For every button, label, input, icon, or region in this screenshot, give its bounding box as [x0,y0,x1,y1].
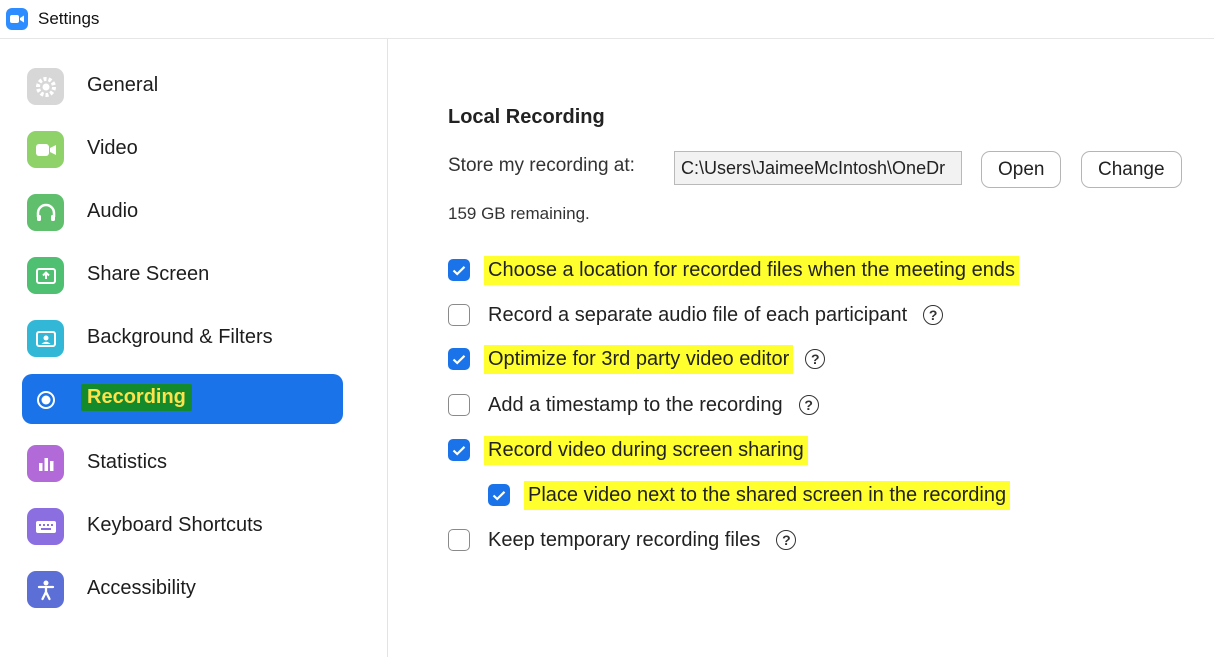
accessibility-icon [27,571,64,608]
window-title: Settings [38,9,100,28]
option-timestamp[interactable]: Add a timestamp to the recording ? [448,390,819,420]
help-icon[interactable]: ? [805,349,826,369]
zoom-app-icon [6,8,28,30]
bar-chart-icon [27,445,64,482]
keyboard-icon [27,508,64,545]
option-label: Record video during screen sharing [484,435,808,465]
option-label: Add a timestamp to the recording [488,393,783,416]
sidebar-item-share-screen[interactable]: Share Screen [22,250,343,300]
option-separate-audio[interactable]: Record a separate audio file of each par… [448,300,944,330]
share-screen-icon [27,257,64,294]
gear-icon [27,68,64,105]
sidebar-item-label: Keyboard Shortcuts [87,514,263,536]
option-optimize-editor[interactable]: Optimize for 3rd party video editor ? [448,344,826,374]
sidebar-item-recording[interactable]: Recording [22,374,343,424]
option-choose-location[interactable]: Choose a location for recorded files whe… [448,255,1019,285]
person-portrait-icon [27,320,64,357]
sidebar-item-label: Recording [81,384,192,411]
sidebar-item-background-filters[interactable]: Background & Filters [22,313,343,363]
sidebar-item-label: Accessibility [87,577,196,599]
settings-sidebar: General Video Audio Share Screen Backgro… [0,39,388,657]
checkbox-unchecked[interactable] [448,529,470,551]
help-icon[interactable]: ? [776,530,797,550]
change-button[interactable]: Change [1081,151,1182,188]
checkbox-checked[interactable] [448,259,470,281]
help-icon[interactable]: ? [798,395,819,415]
headphones-icon [27,194,64,231]
checkbox-checked[interactable] [448,348,470,370]
section-title: Local Recording [448,106,605,128]
sidebar-item-label: Statistics [87,451,168,473]
option-place-video-next[interactable]: Place video next to the shared screen in… [488,480,1011,510]
sidebar-item-label: Share Screen [87,263,210,285]
help-icon[interactable]: ? [923,305,944,325]
sidebar-item-video[interactable]: Video [22,124,343,174]
sidebar-item-label: Audio [87,200,139,222]
store-location-label: Store my recording at: [448,155,635,176]
recording-settings-panel: Local Recording Store my recording at: O… [388,39,1214,657]
checkbox-checked[interactable] [448,439,470,461]
video-camera-icon [27,131,64,168]
checkbox-checked[interactable] [488,484,510,506]
checkbox-unchecked[interactable] [448,304,470,326]
recording-path-input[interactable] [674,151,962,185]
option-label: Record a separate audio file of each par… [488,303,908,326]
option-record-video-sharing[interactable]: Record video during screen sharing [448,435,808,465]
sidebar-item-label: Video [87,137,138,159]
option-label: Choose a location for recorded files whe… [484,255,1019,285]
title-bar: Settings [0,0,1214,39]
storage-remaining: 159 GB remaining. [448,204,590,223]
sidebar-item-label: Background & Filters [87,326,273,348]
sidebar-item-accessibility[interactable]: Accessibility [22,564,343,614]
sidebar-item-statistics[interactable]: Statistics [22,438,343,488]
sidebar-item-general[interactable]: General [22,61,343,111]
checkbox-unchecked[interactable] [448,394,470,416]
sidebar-item-keyboard-shortcuts[interactable]: Keyboard Shortcuts [22,501,343,551]
option-label: Optimize for 3rd party video editor [484,344,794,374]
option-label: Place video next to the shared screen in… [524,480,1011,510]
sidebar-item-audio[interactable]: Audio [22,187,343,237]
option-label: Keep temporary recording files [488,528,761,551]
record-icon [27,381,64,418]
sidebar-item-label: General [87,74,159,96]
option-keep-temp-files[interactable]: Keep temporary recording files ? [448,525,797,555]
open-button[interactable]: Open [981,151,1062,188]
